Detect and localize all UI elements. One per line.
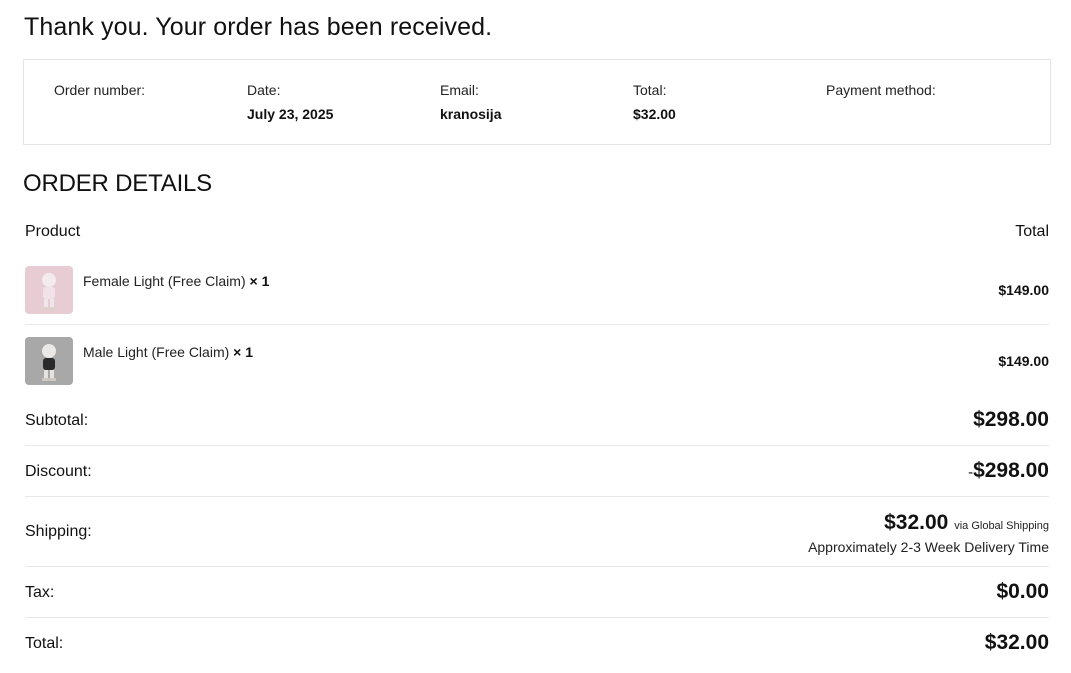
order-total-field: Total: $32.00 xyxy=(633,82,676,122)
row-divider xyxy=(25,496,1049,497)
row-divider xyxy=(25,566,1049,567)
product-thumbnail[interactable] xyxy=(25,266,73,314)
order-total-row-value: $32.00 xyxy=(984,631,1049,654)
discount-value: $298.00 xyxy=(973,459,1049,482)
shipping-method: via Global Shipping xyxy=(954,520,1049,532)
order-number-label: Order number: xyxy=(54,82,146,98)
female-figure-image xyxy=(25,266,73,314)
order-total-value: $32.00 xyxy=(633,106,676,122)
row-divider xyxy=(25,445,1049,446)
order-total-label: Total: xyxy=(633,82,667,98)
order-total-row-label: Total: xyxy=(25,635,64,652)
tax-label: Tax: xyxy=(25,584,55,601)
shipping-delivery-note: Approximately 2-3 Week Delivery Time xyxy=(808,539,1049,555)
order-date-field: Date: July 23, 2025 xyxy=(247,82,333,122)
product-name-text[interactable]: Male Light (Free Claim) xyxy=(83,344,229,360)
product-quantity: × 1 xyxy=(249,273,270,289)
discount-value-wrap: -$298.00 xyxy=(968,459,1049,483)
shipping-label: Shipping: xyxy=(25,523,92,540)
product-thumbnail[interactable] xyxy=(25,337,73,385)
shipping-value: $32.00 xyxy=(884,511,949,534)
order-number-field: Order number: xyxy=(54,82,145,106)
product-name-text[interactable]: Female Light (Free Claim) xyxy=(83,273,246,289)
order-received-page: Thank you. Your order has been received.… xyxy=(0,0,1071,673)
order-date-value: July 23, 2025 xyxy=(247,106,334,122)
product-name[interactable]: Female Light (Free Claim) × 1 xyxy=(83,273,269,289)
product-quantity: × 1 xyxy=(233,344,254,360)
thank-you-heading: Thank you. Your order has been received. xyxy=(24,13,493,41)
order-overview: Order number: Date: July 23, 2025 Email:… xyxy=(23,59,1051,145)
product-total: $149.00 xyxy=(998,282,1049,298)
order-email-field: Email: kranosija xyxy=(440,82,501,122)
product-name[interactable]: Male Light (Free Claim) × 1 xyxy=(83,344,253,360)
discount-label: Discount: xyxy=(25,463,92,480)
male-figure-image xyxy=(25,337,73,385)
payment-method-field: Payment method: xyxy=(826,82,936,106)
subtotal-label: Subtotal: xyxy=(25,412,89,429)
row-divider xyxy=(25,324,1049,325)
product-total: $149.00 xyxy=(998,353,1049,369)
payment-method-label: Payment method: xyxy=(826,82,936,98)
order-date-label: Date: xyxy=(247,82,281,98)
order-email-label: Email: xyxy=(440,82,479,98)
product-column-header: Product xyxy=(25,223,81,240)
subtotal-value: $298.00 xyxy=(973,408,1049,431)
order-email-value: kranosija xyxy=(440,106,502,122)
row-divider xyxy=(25,617,1049,618)
shipping-value-wrap: $32.00 via Global Shipping xyxy=(884,511,1049,535)
order-details-title: ORDER DETAILS xyxy=(23,170,212,197)
total-column-header: Total xyxy=(1015,223,1049,240)
tax-value: $0.00 xyxy=(996,580,1049,603)
